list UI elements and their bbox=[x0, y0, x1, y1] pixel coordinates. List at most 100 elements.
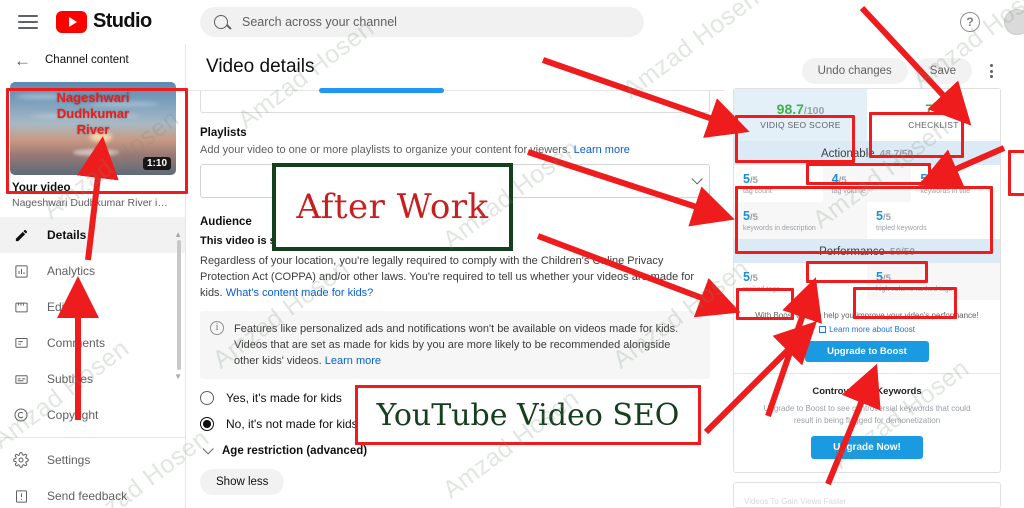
content-made-for-kids-link[interactable]: What's content made for kids? bbox=[226, 287, 374, 299]
more-options-icon[interactable] bbox=[982, 63, 1000, 79]
performance-label: Performance bbox=[819, 246, 885, 258]
sidebar-item-copyright[interactable]: Copyright bbox=[0, 397, 185, 433]
metric-label: keywords in title bbox=[920, 188, 971, 195]
show-less-button[interactable]: Show less bbox=[200, 469, 285, 495]
avatar[interactable] bbox=[1004, 9, 1024, 35]
sidebar-item-label: Subtitles bbox=[47, 372, 94, 386]
sidebar-item-label: Send feedback bbox=[47, 489, 128, 503]
audience-label: Audience bbox=[200, 216, 252, 228]
audience-info-box: i Features like personalized ads and not… bbox=[200, 311, 710, 379]
audience-info-learn-more-link[interactable]: Learn more bbox=[325, 355, 381, 367]
metric-keywords-in-description: 5/5 keywords in description bbox=[734, 202, 867, 239]
boost-note: With Boost we can help you improve your … bbox=[755, 311, 979, 320]
upgrade-to-boost-button[interactable]: Upgrade to Boost bbox=[805, 341, 929, 362]
performance-metrics-grid: 5/5 ranked tags 5/5 high volume ranked t… bbox=[734, 263, 1000, 300]
checklist-number: 7 bbox=[925, 101, 934, 117]
performance-band: Performance 50/50 bbox=[734, 239, 1000, 263]
metric-label: tripled keywords bbox=[876, 225, 927, 232]
save-button[interactable]: Save bbox=[913, 58, 972, 84]
annotation-box-right-edge bbox=[1008, 150, 1024, 196]
seo-score-label: VIDIQ SEO SCORE bbox=[760, 120, 841, 130]
back-to-channel-content[interactable]: ← Channel content bbox=[0, 44, 185, 76]
sidebar-item-label: Settings bbox=[47, 453, 91, 467]
radio-label: No, it's not made for kids bbox=[226, 417, 358, 431]
video-duration-badge: 1:10 bbox=[142, 157, 171, 170]
bar-chart-icon bbox=[12, 262, 30, 280]
metric-tripled-keywords: 5/5 tripled keywords bbox=[867, 202, 1000, 239]
vidiq-footer-text: Videos To Gain Views Faster bbox=[744, 497, 847, 506]
sidebar-item-send-feedback[interactable]: Send feedback bbox=[0, 478, 185, 508]
video-thumbnail-wrapper[interactable]: Nageshwari Dudhkumar River 1:10 bbox=[10, 82, 176, 175]
sidebar-item-settings[interactable]: Settings bbox=[0, 442, 185, 478]
water-wake bbox=[73, 148, 120, 156]
learn-more-about-boost-link[interactable]: Learn more about Boost bbox=[734, 320, 1000, 334]
vidiq-score-card: 98.7/100 VIDIQ SEO SCORE 7/8 CHECKLIST A… bbox=[733, 88, 1001, 473]
search-placeholder: Search across your channel bbox=[242, 15, 397, 29]
vidiq-score-row: 98.7/100 VIDIQ SEO SCORE 7/8 CHECKLIST bbox=[734, 89, 1000, 141]
radio-made-for-kids-no[interactable]: No, it's not made for kids bbox=[200, 417, 724, 431]
metric-denominator: /5 bbox=[838, 175, 847, 186]
metric-label: tag volume bbox=[831, 188, 866, 195]
playlists-description-text: Add your video to one or more playlists … bbox=[200, 144, 571, 156]
radio-made-for-kids-yes[interactable]: Yes, it's made for kids bbox=[200, 391, 724, 405]
metric-denominator: /5 bbox=[749, 175, 758, 186]
scroll-down-arrow-icon[interactable]: ▼ bbox=[174, 372, 182, 381]
search-input[interactable]: Search across your channel bbox=[200, 7, 644, 37]
age-restriction-toggle[interactable]: Age restriction (advanced) bbox=[200, 443, 724, 457]
progress-bar bbox=[319, 88, 444, 93]
boost-badge-icon bbox=[819, 326, 827, 333]
sidebar-item-label: Editor bbox=[47, 300, 79, 314]
hamburger-icon[interactable] bbox=[18, 14, 38, 29]
page-title: Video details bbox=[206, 56, 315, 77]
performance-denominator: /50 bbox=[901, 247, 915, 258]
sidebar-item-subtitles[interactable]: Subtitles bbox=[0, 361, 185, 397]
sidebar-item-label: Copyright bbox=[47, 408, 99, 422]
metric-tag-volume: 4/5 tag volume bbox=[822, 165, 912, 202]
actionable-value: 48.7 bbox=[879, 149, 900, 160]
metric-value: 5 bbox=[743, 172, 750, 186]
metric-value: 5 bbox=[743, 270, 750, 284]
controversial-keywords-title: Controversial Keywords bbox=[812, 386, 922, 397]
pencil-icon bbox=[12, 226, 30, 244]
playlists-learn-more-link[interactable]: Learn more bbox=[574, 144, 630, 156]
editor-icon bbox=[12, 298, 30, 316]
help-icon[interactable]: ? bbox=[960, 12, 980, 32]
metric-tag-count: 5/5 tag count bbox=[734, 165, 823, 202]
comment-icon bbox=[12, 334, 30, 352]
vidiq-seo-score: 98.7/100 VIDIQ SEO SCORE bbox=[734, 89, 867, 141]
metric-denominator: /5 bbox=[882, 273, 891, 284]
sidebar-item-editor[interactable]: Editor bbox=[0, 289, 185, 325]
radio-icon-selected[interactable] bbox=[200, 417, 214, 431]
actionable-label: Actionable bbox=[820, 148, 875, 160]
scroll-up-arrow-icon[interactable]: ▲ bbox=[174, 230, 182, 239]
playlists-description: Add your video to one or more playlists … bbox=[200, 144, 724, 156]
audience-paragraph: Regardless of your location, you're lega… bbox=[200, 253, 710, 301]
back-arrow-icon: ← bbox=[14, 50, 31, 70]
sidebar-item-label: Comments bbox=[47, 336, 106, 350]
sidebar-scrollbar[interactable] bbox=[177, 240, 181, 370]
youtube-studio-logo[interactable]: Studio bbox=[56, 10, 152, 33]
checklist-value: 7/8 bbox=[867, 101, 1000, 117]
checklist-label: CHECKLIST bbox=[908, 120, 959, 130]
sidebar-item-comments[interactable]: Comments bbox=[0, 325, 185, 361]
undo-changes-button[interactable]: Undo changes bbox=[801, 58, 908, 84]
sidebar-item-details[interactable]: Details bbox=[0, 217, 185, 253]
metric-label: ranked tags bbox=[743, 286, 780, 293]
seo-score-number: 98.7 bbox=[776, 101, 804, 117]
metric-value: 5 bbox=[876, 209, 883, 223]
audience-status: This video is set to not made for kids S… bbox=[200, 235, 724, 247]
chevron-down-icon bbox=[202, 443, 214, 455]
metric-value: 5 bbox=[876, 270, 883, 284]
metric-denominator: /5 bbox=[927, 175, 936, 186]
playlists-label: Playlists bbox=[200, 127, 247, 139]
upgrade-now-button[interactable]: Upgrade Now! bbox=[811, 436, 923, 459]
seo-score-value: 98.7/100 bbox=[734, 101, 867, 117]
top-bar: Studio Search across your channel ? bbox=[0, 0, 1024, 44]
playlists-select[interactable] bbox=[200, 164, 710, 198]
search-icon bbox=[214, 15, 228, 29]
audience-status-text: This video is set to not made for kids bbox=[200, 235, 394, 247]
your-video-label: Your video bbox=[12, 182, 71, 194]
radio-icon-unselected[interactable] bbox=[200, 391, 214, 405]
sidebar-item-analytics[interactable]: Analytics bbox=[0, 253, 185, 289]
video-thumbnail[interactable]: Nageshwari Dudhkumar River 1:10 bbox=[10, 82, 176, 175]
